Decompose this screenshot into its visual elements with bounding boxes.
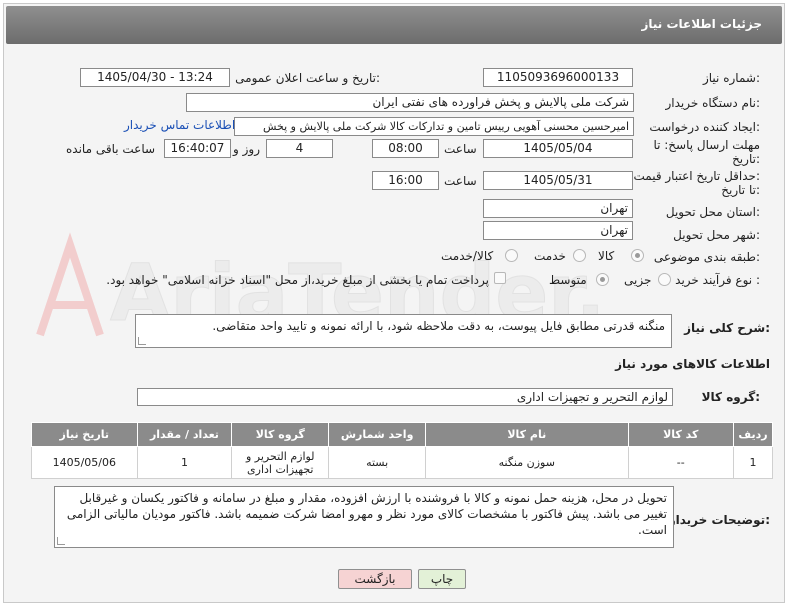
col-group: گروه کالا xyxy=(231,422,330,447)
category-option-service: خدمت xyxy=(534,249,566,263)
description-textarea[interactable]: منگنه قدرتی مطابق فایل پیوست، به دقت ملا… xyxy=(135,314,672,348)
announce-field: 1405/04/30 - 13:24 xyxy=(80,68,230,87)
col-unit: واحد شمارش xyxy=(328,422,427,447)
reply-time-label: ساعت xyxy=(444,142,477,156)
table-header-row: ردیف کد کالا نام کالا واحد شمارش گروه کا… xyxy=(31,422,773,447)
description-text: منگنه قدرتی مطابق فایل پیوست، به دقت ملا… xyxy=(212,319,665,333)
category-option-goods: کالا xyxy=(598,249,615,263)
city-field: تهران xyxy=(483,221,633,240)
price-validity-label: حداقل تاریخ اعتبار قیمت: xyxy=(633,169,760,183)
city-label: شهر محل تحویل: xyxy=(673,228,760,242)
goods-group-label: گروه کالا: xyxy=(701,390,760,404)
price-date-field: 1405/05/31 xyxy=(483,171,633,190)
buyer-notes-text: تحویل در محل، هزینه حمل نمونه و کالا با … xyxy=(66,491,667,537)
reply-deadline-label: مهلت ارسال پاسخ: تا xyxy=(653,138,760,152)
treasury-payment-checkbox[interactable] xyxy=(494,272,506,284)
page-title: جزئیات اطلاعات نیاز xyxy=(641,17,762,31)
category-radio-goods-service[interactable] xyxy=(505,249,518,262)
table-row: 1 -- سوزن منگنه بسته لوازم التحریر و تجه… xyxy=(31,446,773,479)
buyer-notes-label: توضیحات خریدار: xyxy=(668,513,770,527)
resize-grip-icon[interactable] xyxy=(57,537,65,545)
remaining-label: ساعت باقی مانده xyxy=(66,142,156,156)
col-item-name: نام کالا xyxy=(425,422,629,447)
cell-group: لوازم التحریر و تجهیزات اداری xyxy=(231,446,330,479)
announce-label: تاریخ و ساعت اعلان عمومی: xyxy=(235,71,380,85)
reply-time-field: 08:00 xyxy=(372,139,439,158)
process-radio-medium[interactable] xyxy=(596,273,609,286)
process-label: نوع فرآیند خرید : xyxy=(675,273,760,287)
resize-grip-icon[interactable] xyxy=(138,337,146,345)
goods-table: ردیف کد کالا نام کالا واحد شمارش گروه کا… xyxy=(31,422,773,482)
buyer-org-label: نام دستگاه خریدار: xyxy=(665,96,761,110)
treasury-payment-note: پرداخت تمام یا بخشی از مبلغ خرید،از محل … xyxy=(106,273,489,287)
buyer-contact-link[interactable]: اطلاعات تماس خریدار xyxy=(124,118,235,132)
page-header: جزئیات اطلاعات نیاز xyxy=(6,6,782,44)
category-radio-service[interactable] xyxy=(573,249,586,262)
cell-quantity: 1 xyxy=(136,446,233,479)
buyer-notes-textarea[interactable]: تحویل در محل، هزینه حمل نمونه و کالا با … xyxy=(54,486,674,548)
days-label: روز و xyxy=(233,142,260,156)
price-validity-label-2: تا تاریخ: xyxy=(721,183,760,197)
cell-need-date: 1405/05/06 xyxy=(31,446,138,479)
cell-unit: بسته xyxy=(328,446,427,479)
description-label: شرح کلی نیاز: xyxy=(684,321,770,335)
price-time-label: ساعت xyxy=(444,174,477,188)
reply-date-field: 1405/05/04 xyxy=(483,139,633,158)
category-option-goods-service: کالا/خدمت xyxy=(441,249,494,263)
province-field: تهران xyxy=(483,199,633,218)
print-button[interactable]: چاپ xyxy=(418,569,466,589)
need-number-label: شماره نیاز: xyxy=(702,71,760,85)
process-radio-minor[interactable] xyxy=(658,273,671,286)
goods-section-title: اطلاعات کالاهای مورد نیاز xyxy=(615,357,770,371)
requester-label: ایجاد کننده درخواست: xyxy=(649,120,760,134)
category-label: طبقه بندی موضوعی: xyxy=(653,250,760,264)
goods-group-field: لوازم التحریر و تجهیزات اداری xyxy=(137,388,673,406)
reply-deadline-label-2: تاریخ: xyxy=(732,152,760,166)
col-item-code: کد کالا xyxy=(627,422,735,447)
buyer-org-field: شرکت ملی پالایش و پخش فراورده های نفتی ا… xyxy=(186,93,634,112)
category-radio-goods[interactable] xyxy=(631,249,644,262)
need-number-field: 1105093696000133 xyxy=(483,68,633,87)
requester-field: امیرحسین محسنی آهویی رییس تامین و تدارکا… xyxy=(234,117,634,136)
process-option-minor: جزیی xyxy=(624,273,652,287)
col-quantity: تعداد / مقدار xyxy=(136,422,233,447)
cell-row-number: 1 xyxy=(733,446,773,479)
days-remaining-field: 4 xyxy=(266,139,333,158)
process-option-medium: متوسط xyxy=(549,273,587,287)
cell-item-name: سوزن منگنه xyxy=(425,446,629,479)
back-button[interactable]: بازگشت xyxy=(338,569,412,589)
col-need-date: تاریخ نیاز xyxy=(31,422,138,447)
remaining-time-field: 16:40:07 xyxy=(164,139,231,158)
col-row-number: ردیف xyxy=(733,422,773,447)
province-label: استان محل تحویل: xyxy=(665,205,760,219)
cell-item-code: -- xyxy=(627,446,735,479)
price-time-field: 16:00 xyxy=(372,171,439,190)
